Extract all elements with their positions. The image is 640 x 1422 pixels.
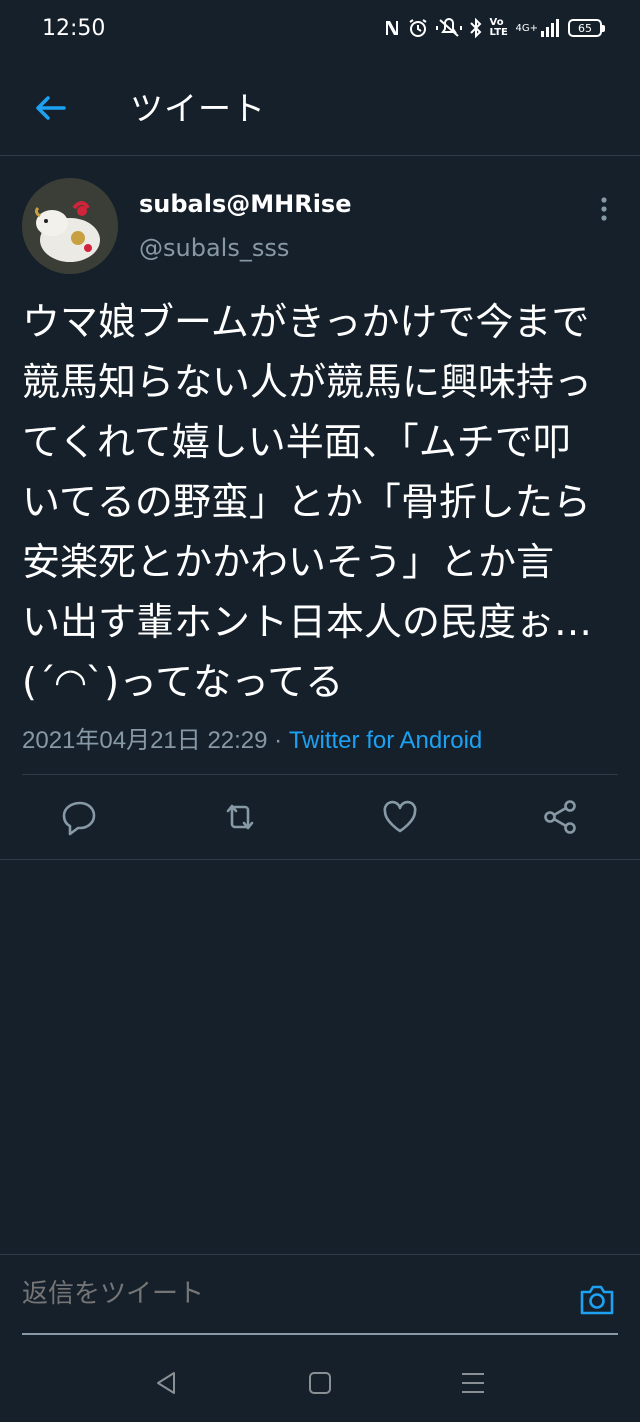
nav-back-icon[interactable] [152, 1368, 182, 1398]
status-time: 12:50 [42, 15, 106, 41]
signal-icon: 4G+ [516, 19, 561, 37]
arrow-left-icon[interactable] [30, 88, 70, 128]
avatar[interactable] [22, 178, 118, 274]
tweet-author: subals@MHRise @subals_sss [0, 176, 640, 276]
nav-menu-icon[interactable] [458, 1368, 488, 1398]
tweet-datetime: 2021年04月21日 22:29 [22, 727, 268, 754]
battery-icon: 65 [568, 19, 605, 37]
retweet-icon[interactable] [220, 797, 260, 837]
status-icons: Vo LTE 4G+ 65 [384, 17, 605, 38]
share-icon[interactable] [540, 797, 580, 837]
reply-input[interactable] [22, 1267, 562, 1321]
battery-level: 65 [578, 21, 592, 35]
reply-icon[interactable] [60, 797, 100, 837]
nfc-icon [384, 19, 400, 37]
system-nav-bar [0, 1342, 640, 1422]
camera-icon[interactable] [578, 1281, 616, 1319]
alarm-icon [408, 18, 428, 38]
nav-home-icon[interactable] [305, 1368, 335, 1398]
top-app-bar: ツイート [0, 56, 640, 156]
user-handle[interactable]: @subals_sss [139, 234, 289, 262]
tweet-actions [0, 775, 640, 860]
heart-icon[interactable] [380, 797, 420, 837]
bluetooth-icon [469, 18, 482, 38]
tweet-text: ウマ娘ブームがきっかけで今まで 競馬知らない人が競馬に興味持っ てくれて嬉しい半… [22, 300, 593, 704]
volte-icon: Vo LTE [489, 17, 508, 38]
page-title: ツイート [130, 89, 266, 128]
reply-underline [22, 1333, 618, 1335]
tweet-meta: 2021年04月21日 22:29 · Twitter for Android [22, 720, 482, 755]
tweet-client-link[interactable]: Twitter for Android [289, 727, 482, 754]
vibrate-icon [435, 18, 462, 38]
display-name[interactable]: subals@MHRise [139, 190, 352, 218]
meta-separator: · [267, 727, 289, 754]
status-bar: 12:50 Vo LTE 4G+ 65 [0, 0, 640, 56]
reply-bar [0, 1254, 640, 1335]
more-vertical-icon[interactable] [594, 194, 614, 224]
